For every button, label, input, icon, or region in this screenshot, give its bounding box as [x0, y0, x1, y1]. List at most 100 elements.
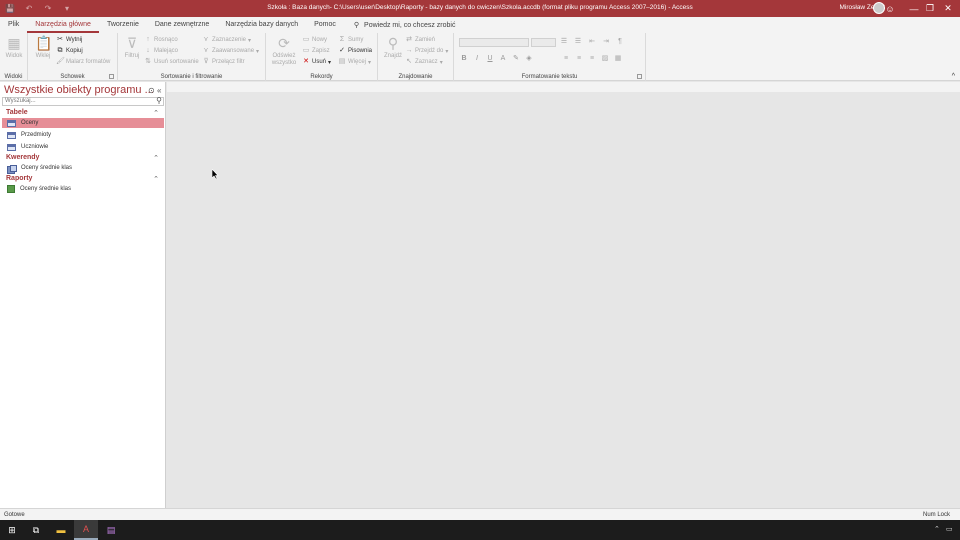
onenote-app-icon[interactable]: ▤: [99, 520, 123, 540]
spelling-label: Pisownia: [348, 48, 373, 54]
nav-item-label: Przedmioty: [21, 132, 52, 138]
tab-external-data[interactable]: Dane zewnętrzne: [147, 17, 217, 33]
chevron-up-icon[interactable]: ⌃: [153, 109, 159, 117]
fill-color-icon[interactable]: ◈: [525, 55, 533, 63]
refresh-all-button[interactable]: ⟳ Odśwież wszystko: [270, 35, 298, 67]
filter-button[interactable]: ⊽ Filtruj: [121, 35, 143, 59]
nav-menu-icon[interactable]: ⊙: [148, 86, 155, 95]
clipboard-launcher[interactable]: [109, 74, 114, 79]
save-icon[interactable]: 💾: [4, 3, 16, 15]
bold-button[interactable]: B: [460, 55, 468, 63]
group-records: ⟳ Odśwież wszystko ▭ Nowy ▭ Zapisz ✕ Usuń ▾ …: [266, 33, 378, 81]
navigation-pane: Wszystkie obiekty programu ... ⊙ « Wyszu…: [0, 82, 166, 508]
advanced-button[interactable]: ⋎ Zaawansowane ▾: [202, 47, 259, 55]
tray-chevron-icon[interactable]: ⌃: [934, 525, 940, 533]
more-button[interactable]: ▤ Więcej ▾: [338, 58, 371, 66]
collapse-ribbon-icon[interactable]: ^: [952, 73, 955, 80]
numbering-icon[interactable]: ☰: [574, 38, 582, 46]
group-label-find: Znajdowanie: [398, 74, 433, 80]
close-button[interactable]: ✕: [936, 0, 960, 17]
font-name-select[interactable]: [459, 38, 529, 47]
nav-item-table-przedmioty[interactable]: Przedmioty: [2, 130, 164, 140]
tell-me-box[interactable]: ⚲ Powiedz mi, co chcesz zrobić: [344, 21, 456, 30]
tab-database-tools[interactable]: Narzędzia bazy danych: [217, 17, 306, 33]
tab-help[interactable]: Pomoc: [306, 17, 344, 33]
gridlines-icon[interactable]: ▦: [614, 55, 622, 63]
save-record-button[interactable]: ▭ Zapisz: [302, 47, 330, 55]
remove-sort-button[interactable]: ⇅ Usuń sortowanie: [144, 58, 199, 66]
tab-create[interactable]: Tworzenie: [99, 17, 147, 33]
nav-item-query-oceny-srednie[interactable]: Oceny średnie klas: [2, 163, 164, 174]
bullets-icon[interactable]: ☰: [560, 38, 568, 46]
spelling-button[interactable]: ✓ Pisownia: [338, 47, 372, 55]
chevron-down-icon: ▾: [439, 59, 443, 66]
italic-button[interactable]: I: [473, 55, 481, 63]
highlight-icon[interactable]: ✎: [512, 55, 520, 63]
find-button[interactable]: ⚲ Znajdź: [381, 35, 405, 59]
nav-item-table-uczniowie[interactable]: Uczniowie: [2, 142, 164, 152]
replace-button[interactable]: ⇄ Zamień: [405, 36, 435, 44]
sort-descending-button[interactable]: ↓ Malejąco: [144, 47, 178, 55]
align-left-icon[interactable]: ≡: [562, 55, 570, 63]
view-button[interactable]: ▦ Widok: [4, 35, 24, 59]
goto-button[interactable]: → Przejdź do ▾: [405, 47, 449, 55]
network-icon[interactable]: ▭: [946, 525, 953, 533]
remove-sort-icon: ⇅: [145, 58, 151, 65]
paste-button[interactable]: 📋 Wklej: [32, 35, 54, 59]
task-view-icon[interactable]: ⧉: [24, 520, 48, 540]
nav-pane-title[interactable]: Wszystkie obiekty programu ...: [4, 84, 154, 96]
sort-ascending-button[interactable]: ↑ Rosnąco: [144, 36, 177, 44]
tab-file[interactable]: Plik: [0, 17, 27, 33]
mouse-cursor-icon: [212, 169, 219, 179]
delete-button[interactable]: ✕ Usuń ▾: [302, 58, 331, 66]
decrease-indent-icon[interactable]: ⇤: [588, 38, 596, 46]
select-button[interactable]: ↖ Zaznacz ▾: [405, 58, 443, 66]
align-right-icon[interactable]: ≡: [588, 55, 596, 63]
windows-start-icon[interactable]: ⊞: [0, 520, 24, 540]
nav-item-report-oceny-srednie[interactable]: Oceny średnie klas: [2, 184, 164, 194]
underline-button[interactable]: U: [486, 55, 494, 63]
file-explorer-icon[interactable]: ▬: [49, 520, 73, 540]
toggle-filter-button[interactable]: ⊽ Przełącz filtr: [202, 58, 245, 66]
increase-indent-icon[interactable]: ⇥: [602, 38, 610, 46]
cut-button[interactable]: ✂ Wytnij: [56, 36, 82, 44]
access-app-icon[interactable]: A: [74, 520, 98, 540]
totals-button[interactable]: Σ Sumy: [338, 36, 364, 44]
redo-icon[interactable]: ↷: [42, 3, 54, 15]
table-icon: [7, 131, 16, 139]
group-label-records: Rekordy: [310, 74, 333, 80]
goto-label: Przejdź do: [415, 48, 444, 54]
undo-icon[interactable]: ↶: [23, 3, 35, 15]
chevron-up-icon[interactable]: ⌃: [153, 175, 159, 183]
copy-button[interactable]: ⧉ Kopiuj: [56, 47, 83, 55]
format-painter-button[interactable]: 🖌 Malarz formatów: [56, 58, 110, 66]
chevron-down-icon: ▾: [445, 48, 449, 55]
quick-access-toolbar: 💾 ↶ ↷ ▾: [0, 0, 73, 17]
spelling-icon: ✓: [339, 47, 345, 54]
help-icon[interactable]: ☺: [878, 0, 902, 17]
status-text: Gotowe: [4, 512, 25, 518]
nav-search-input[interactable]: Wyszukaj...: [2, 97, 164, 106]
align-center-icon[interactable]: ≡: [575, 55, 583, 63]
font-color-icon[interactable]: A: [499, 55, 507, 63]
font-size-select[interactable]: [531, 38, 556, 47]
nav-item-table-oceny[interactable]: Oceny: [2, 118, 164, 128]
chevron-up-icon[interactable]: ⌃: [153, 154, 159, 162]
toggle-filter-label: Przełącz filtr: [212, 59, 245, 65]
selection-button[interactable]: ⋎ Zaznaczenie ▾: [202, 36, 251, 44]
nav-collapse-icon[interactable]: «: [157, 86, 161, 95]
paragraph-dir-icon[interactable]: ¶: [616, 38, 624, 46]
refresh-icon: ⟳: [278, 35, 290, 51]
advanced-filter-icon: ⋎: [203, 47, 209, 54]
background-color-icon[interactable]: ▨: [601, 55, 609, 63]
group-find: ⚲ Znajdź ⇄ Zamień → Przejdź do ▾ ↖ Zaznacz ▾ …: [378, 33, 454, 81]
group-views: ▦ Widok Widoki: [0, 33, 28, 81]
more-icon: ▤: [338, 58, 346, 65]
customize-qat-icon[interactable]: ▾: [61, 3, 73, 15]
tab-home[interactable]: Narzędzia główne: [27, 17, 99, 33]
remove-sort-label: Usuń sortowanie: [154, 59, 199, 65]
workspace-area[interactable]: [167, 82, 960, 508]
new-record-button[interactable]: ▭ Nowy: [302, 36, 327, 44]
text-formatting-launcher[interactable]: [637, 74, 642, 79]
search-icon[interactable]: ⚲: [156, 96, 162, 105]
